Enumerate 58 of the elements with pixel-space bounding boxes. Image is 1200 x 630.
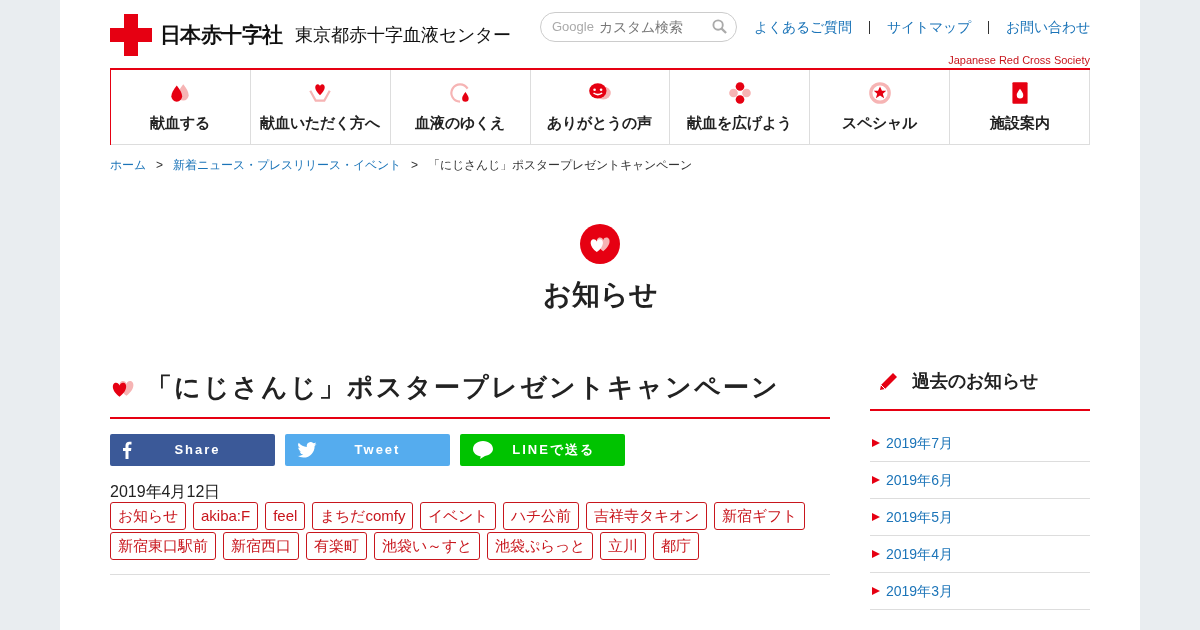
nav-tab[interactable]: 血液のゆくえ (390, 70, 531, 145)
nav-icon (726, 79, 753, 106)
header-link[interactable]: よくあるご質問 (754, 16, 852, 38)
tag-link[interactable]: 吉祥寺タキオン (586, 502, 708, 530)
triangle-icon (872, 476, 880, 484)
search-brand: Google (552, 19, 594, 35)
bird-icon (297, 442, 317, 458)
article-title: 「にじさんじ」ポスタープレゼントキャンペーン (146, 371, 780, 404)
tag-link[interactable]: 新宿ギフト (714, 502, 806, 530)
nav-tab[interactable]: スペシャル (810, 70, 951, 145)
share-button[interactable]: Share (110, 434, 275, 466)
article-date: 2019年4月12日 (110, 482, 222, 502)
tag-link[interactable]: feel (265, 502, 306, 530)
tag-link[interactable]: 池袋い～すと (374, 532, 480, 560)
tag-link[interactable]: 有楽町 (306, 532, 367, 560)
tag-link[interactable]: 新宿東口駅前 (110, 532, 216, 560)
nav-tab[interactable]: ありがとうの声 (530, 70, 671, 145)
archive-link[interactable]: 2019年5月 (870, 499, 1090, 536)
tagline: Japanese Red Cross Society (948, 55, 1090, 66)
pencil-icon (878, 371, 898, 392)
nav-icon (866, 79, 893, 106)
triangle-icon (872, 439, 880, 447)
sidebar-title: 過去のお知らせ (912, 370, 1038, 393)
page-title: お知らせ (542, 278, 658, 312)
archive-link[interactable]: 2019年4月 (870, 536, 1090, 573)
tag-link[interactable]: まちだcomfy (312, 502, 414, 530)
breadcrumb-link[interactable]: 新着ニュース・プレスリリース・イベント (173, 156, 401, 174)
tag-link[interactable]: 立川 (600, 532, 646, 560)
breadcrumb-current: 「にじさんじ」ポスタープレゼントキャンペーン (428, 157, 693, 174)
archive-link[interactable]: 2019年7月 (870, 425, 1090, 462)
tag-link[interactable]: お知らせ (110, 502, 186, 530)
tag-link[interactable]: イベント (420, 502, 497, 530)
logo-text: 日本赤十字社 (160, 22, 283, 49)
tag-link[interactable]: akiba:F (193, 502, 259, 530)
archive-link[interactable]: 2019年3月 (870, 573, 1090, 610)
speech-bubble-icon (472, 440, 494, 460)
archive-link[interactable]: 2019年6月 (870, 462, 1090, 499)
triangle-icon (872, 550, 880, 558)
triangle-icon (872, 587, 880, 595)
tag-link[interactable]: ハチ公前 (503, 502, 580, 530)
tag-link[interactable]: 池袋ぷらっと (487, 532, 593, 560)
nav-tab[interactable]: 献血する (111, 70, 251, 145)
header-link[interactable]: サイトマップ (887, 16, 971, 38)
tag-link[interactable]: 都庁 (653, 532, 699, 560)
nav-tab[interactable]: 献血を広げよう (670, 70, 811, 145)
nav-tab[interactable]: 献血いただく方へ (250, 70, 391, 145)
triangle-icon (872, 513, 880, 521)
breadcrumb-separator: > (411, 157, 419, 174)
nav-tab[interactable]: 施設案内 (950, 70, 1090, 145)
breadcrumb-link[interactable]: ホーム (110, 156, 146, 174)
cross-logo (110, 14, 152, 56)
breadcrumb-separator: > (156, 157, 163, 174)
search-icon[interactable] (712, 19, 727, 34)
header-link[interactable]: お問い合わせ (1006, 16, 1090, 38)
tag-link[interactable]: 新宿西口 (223, 532, 299, 560)
hearts-badge (580, 224, 620, 264)
f-icon (122, 441, 132, 459)
center-name: 東京都赤十字血液センター (294, 23, 511, 47)
